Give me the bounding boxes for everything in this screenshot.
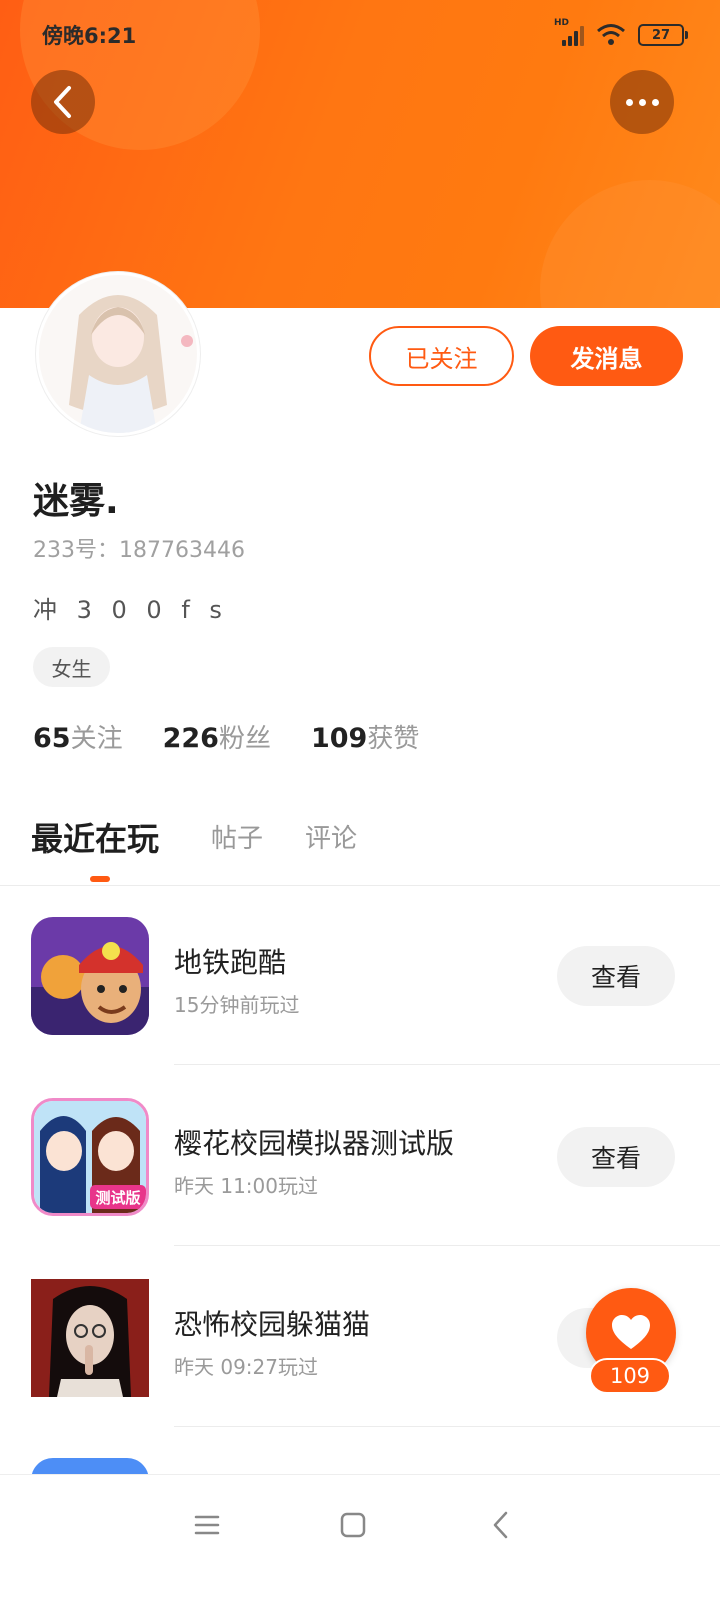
followers-label: 粉丝: [218, 724, 271, 754]
followed-button[interactable]: 已关注: [369, 326, 514, 386]
stat-followers[interactable]: 226粉丝: [163, 718, 271, 755]
game-icon-subway-surfers: [31, 917, 149, 1035]
more-button[interactable]: [610, 70, 674, 134]
divider: [174, 1245, 720, 1246]
following-count: 65: [33, 723, 71, 754]
send-message-button[interactable]: 发消息: [530, 326, 683, 386]
gender-tag: 女生: [33, 647, 110, 687]
hd-badge: HD: [554, 18, 570, 28]
game-icon-sakura-school: 测试版: [31, 1098, 149, 1216]
battery-icon: 27: [638, 24, 688, 46]
home-square-icon[interactable]: [333, 1505, 373, 1545]
user-id: 233号：187763446: [33, 538, 245, 563]
game-icon-horror-school: [31, 1279, 149, 1397]
game-name: 恐怖校园躲猫猫: [174, 1308, 371, 1341]
tab-comments[interactable]: 评论: [305, 818, 357, 855]
system-nav-bar: [0, 1474, 720, 1600]
view-button[interactable]: 查看: [557, 1127, 675, 1187]
header-decoration: [540, 180, 720, 308]
likes-count: 109: [310, 723, 368, 754]
signal-icon: HD: [554, 18, 584, 48]
status-icons: HD 27: [554, 18, 688, 48]
back-button[interactable]: [31, 70, 95, 134]
profile-stats: 65关注 226粉丝 109获赞: [33, 718, 419, 755]
battery-level: 27: [651, 27, 671, 43]
stat-likes: 109获赞: [311, 718, 419, 755]
menu-icon[interactable]: [187, 1505, 227, 1545]
divider: [174, 1064, 720, 1065]
stat-following[interactable]: 65关注: [33, 718, 123, 755]
wifi-icon: [596, 22, 626, 48]
profile-tabs: 最近在玩 帖子 评论: [0, 808, 720, 886]
view-button[interactable]: 查看: [557, 946, 675, 1006]
like-count: 109: [589, 1358, 671, 1394]
username: 迷雾.: [33, 481, 119, 522]
divider: [174, 1426, 720, 1427]
heart-icon: [612, 1315, 650, 1349]
chevron-left-icon: [54, 86, 71, 118]
game-name: 樱花校园模拟器测试版: [174, 1127, 455, 1160]
test-version-badge: 测试版: [95, 1189, 140, 1207]
likes-label: 获赞: [367, 724, 420, 754]
following-label: 关注: [70, 724, 123, 754]
bio: 冲 3 0 0 f s: [33, 596, 228, 624]
avatar[interactable]: [36, 272, 200, 436]
list-item[interactable]: 测试版 樱花校园模拟器测试版 昨天 11:00玩过 查看: [0, 1066, 720, 1246]
tab-posts[interactable]: 帖子: [211, 818, 263, 855]
status-time: 傍晚6:21: [42, 24, 137, 48]
back-triangle-icon[interactable]: [482, 1505, 522, 1545]
game-last-played: 昨天 09:27玩过: [174, 1355, 318, 1379]
game-name: 地铁跑酷: [174, 946, 287, 979]
more-dots-icon: [625, 98, 633, 106]
active-tab-indicator: [90, 876, 110, 882]
tab-recently-played[interactable]: 最近在玩: [31, 814, 159, 860]
status-bar: 傍晚6:21 HD 27: [0, 0, 720, 70]
game-last-played: 昨天 11:00玩过: [174, 1174, 318, 1198]
followers-count: 226: [162, 723, 219, 754]
list-item[interactable]: 地铁跑酷 15分钟前玩过 查看: [0, 885, 720, 1065]
game-last-played: 15分钟前玩过: [174, 993, 300, 1017]
